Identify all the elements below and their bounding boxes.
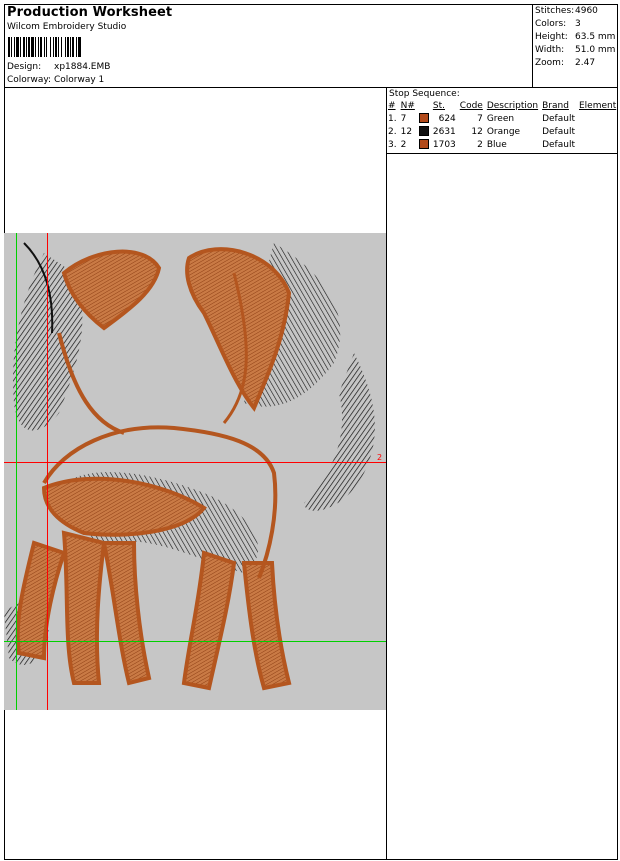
design-row: Design: xp1884.EMB <box>7 62 110 72</box>
col-header-brand: Brand <box>542 101 569 111</box>
row-index: 2. <box>388 126 397 137</box>
row-stitches: 624 <box>438 113 456 124</box>
software-name: Wilcom Embroidery Studio <box>7 22 127 32</box>
design-label: Design: <box>7 62 42 72</box>
guide-line-red-v <box>47 233 48 710</box>
col-header-stitches: St. <box>432 101 445 111</box>
guide-line-green-v <box>16 233 17 710</box>
thread-swatch <box>418 113 429 124</box>
row-stitches: 1703 <box>432 139 456 150</box>
colorway-label: Colorway: <box>7 75 52 85</box>
col-header-index: # <box>388 101 396 111</box>
stat-label: Width: <box>535 45 565 55</box>
design-value: xp1884.EMB <box>54 62 111 72</box>
stat-colors: Colors: 3 <box>535 19 581 29</box>
row-description: Orange <box>486 126 521 137</box>
col-header-code: Code <box>459 101 483 111</box>
stat-label: Height: <box>535 32 568 42</box>
col-header-needle: N# <box>400 101 415 111</box>
row-element <box>577 138 618 151</box>
colorway-row: Colorway: Colorway 1 <box>7 75 104 85</box>
colorway-value: Colorway 1 <box>54 75 105 85</box>
row-description: Blue <box>486 139 507 150</box>
table-row: 2. 12 2631 12 Orange Default <box>386 125 618 138</box>
row-stitches: 2631 <box>432 126 456 137</box>
row-description: Green <box>486 113 515 124</box>
row-index: 1. <box>388 113 397 124</box>
row-element <box>577 112 618 125</box>
stat-value: 3 <box>575 19 581 29</box>
row-code: 2 <box>477 139 483 150</box>
stat-value: 2.47 <box>575 58 596 68</box>
thread-swatch <box>418 126 429 137</box>
stop-sequence-divider <box>386 153 618 154</box>
stat-stitches: Stitches:4960 <box>535 6 598 16</box>
column-divider <box>386 87 387 860</box>
row-needle: 7 <box>400 113 407 124</box>
row-needle: 2 <box>400 139 407 150</box>
stop-sequence-title: Stop Sequence: <box>389 89 460 99</box>
row-index: 3. <box>388 139 397 150</box>
stat-value: 63.5 mm <box>575 32 616 42</box>
stat-label: Stitches: <box>535 6 575 16</box>
header-divider <box>4 87 618 88</box>
stat-label: Zoom: <box>535 58 564 68</box>
embroidery-preview: 2 <box>4 233 386 710</box>
thread-swatch <box>418 139 429 150</box>
stat-value: 51.0 mm <box>575 45 616 55</box>
page-title: Production Worksheet <box>7 5 173 20</box>
row-brand: Default <box>542 113 575 124</box>
stat-height: Height: 63.5 mm <box>535 32 615 42</box>
row-brand: Default <box>542 139 575 150</box>
table-row: 3. 2 1703 2 Blue Default <box>386 138 618 151</box>
stat-value: 4960 <box>575 6 598 16</box>
row-needle: 12 <box>400 126 413 137</box>
stop-sequence-table: # N# St. Code Description Brand Element … <box>386 100 618 151</box>
col-header-description: Description <box>486 101 539 111</box>
guide-line-green-h <box>4 641 386 642</box>
col-header-element: Element <box>578 101 617 111</box>
stat-zoom: Zoom: 2.47 <box>535 58 595 68</box>
table-header-row: # N# St. Code Description Brand Element <box>386 100 618 112</box>
row-brand: Default <box>542 126 575 137</box>
stop-marker-label: 2 <box>377 453 383 462</box>
stat-width: Width: 51.0 mm <box>535 45 615 55</box>
stat-label: Colors: <box>535 19 567 29</box>
barcode <box>8 37 81 57</box>
row-element <box>577 125 618 138</box>
table-row: 1. 7 624 7 Green Default <box>386 112 618 125</box>
embroidery-design-image <box>4 242 375 691</box>
row-code: 7 <box>477 113 483 124</box>
guide-line-red-h <box>4 462 386 463</box>
row-code: 12 <box>471 126 483 137</box>
